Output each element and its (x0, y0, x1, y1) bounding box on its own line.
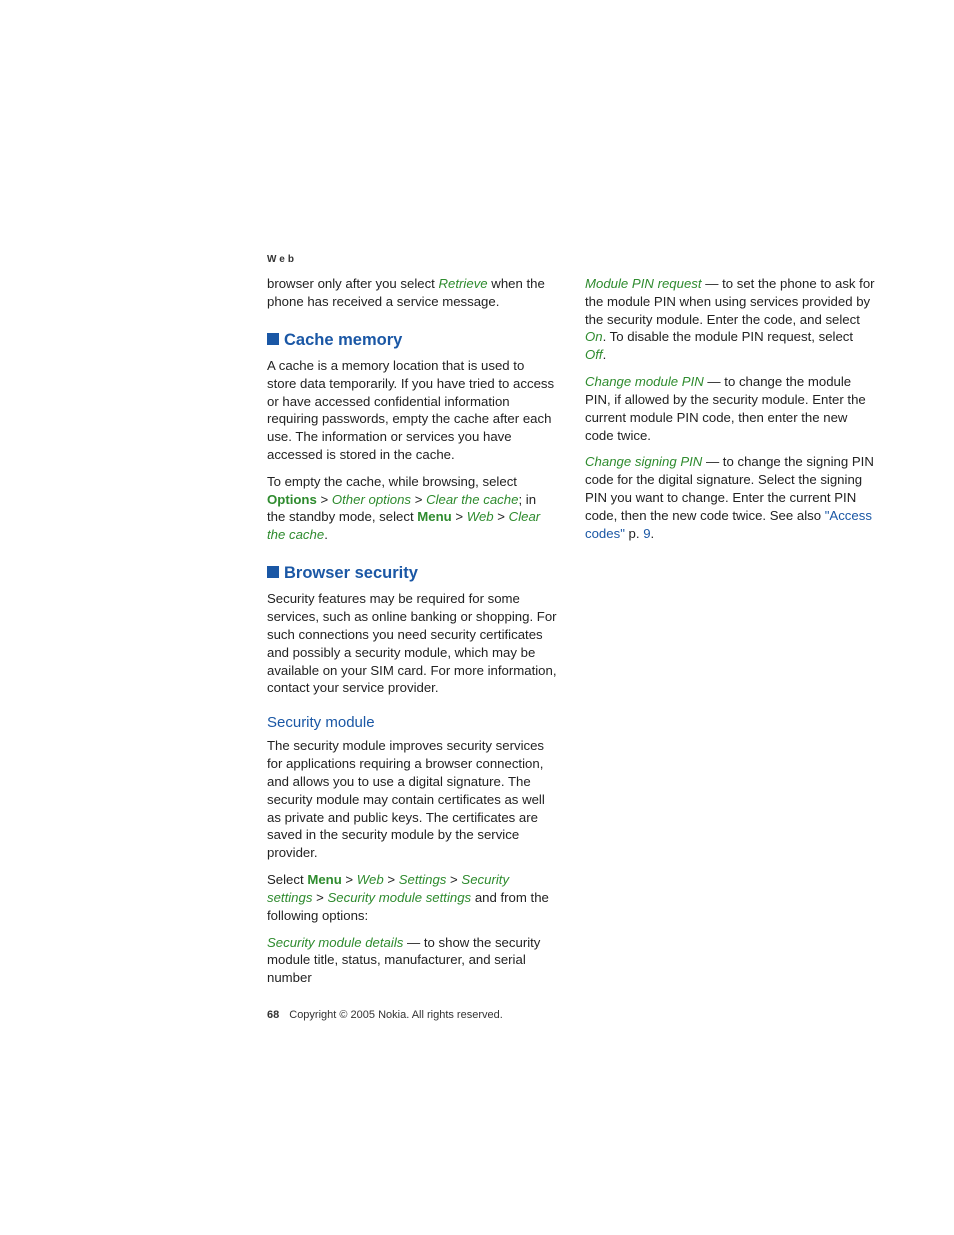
separator: > (452, 509, 467, 524)
page-footer: 68 Copyright © 2005 Nokia. All rights res… (267, 1009, 875, 1021)
separator: > (317, 492, 332, 507)
browser-security-description: Security features may be required for so… (267, 590, 557, 697)
option-security-module-details: Security module details — to show the se… (267, 934, 557, 987)
option-title: Security module details (267, 935, 403, 950)
menu-security-module-settings: Security module settings (327, 890, 471, 905)
running-header: Web (267, 254, 875, 265)
cache-description: A cache is a memory location that is use… (267, 357, 557, 464)
menu-settings: Settings (399, 872, 447, 887)
heading-text: Browser security (284, 564, 418, 582)
square-bullet-icon (267, 333, 279, 345)
separator: > (446, 872, 461, 887)
separator: > (384, 872, 399, 887)
text: . (324, 527, 328, 542)
menu-clear-cache: Clear the cache (426, 492, 518, 507)
option-title: Change signing PIN (585, 454, 702, 469)
menu-web: Web (357, 872, 384, 887)
text: To empty the cache, while browsing, sele… (267, 474, 517, 489)
heading-cache-memory: Cache memory (267, 329, 557, 351)
subheading-security-module: Security module (267, 713, 557, 733)
cache-instructions: To empty the cache, while browsing, sele… (267, 473, 557, 544)
menu-menu: Menu (307, 872, 341, 887)
value-on: On (585, 329, 603, 344)
intro-paragraph: browser only after you select Retrieve w… (267, 275, 557, 311)
heading-browser-security: Browser security (267, 562, 557, 584)
option-module-pin-request: Module PIN request — to set the phone to… (585, 275, 875, 364)
option-change-module-pin: Change module PIN — to change the module… (585, 373, 875, 444)
separator: > (411, 492, 426, 507)
heading-text: Cache memory (284, 331, 402, 349)
menu-other-options: Other options (332, 492, 411, 507)
menu-web: Web (467, 509, 494, 524)
text: p. (625, 526, 643, 541)
text: Select (267, 872, 307, 887)
option-title: Module PIN request (585, 276, 702, 291)
menu-options: Options (267, 492, 317, 507)
manual-page: Web browser only after you select Retrie… (0, 0, 954, 1235)
copyright-text: Copyright © 2005 Nokia. All rights reser… (289, 1009, 503, 1021)
menu-item-retrieve: Retrieve (439, 276, 488, 291)
separator: > (342, 872, 357, 887)
square-bullet-icon (267, 566, 279, 578)
menu-menu: Menu (417, 509, 451, 524)
text: browser only after you select (267, 276, 439, 291)
security-module-path: Select Menu > Web > Settings > Security … (267, 871, 557, 924)
security-module-description: The security module improves security se… (267, 737, 557, 862)
link-page-9[interactable]: 9 (643, 526, 650, 541)
page-number: 68 (267, 1009, 279, 1021)
separator: > (312, 890, 327, 905)
option-body: . To disable the module PIN request, sel… (603, 329, 853, 344)
option-change-signing-pin: Change signing PIN — to change the signi… (585, 453, 875, 542)
value-off: Off (585, 347, 603, 362)
option-title: Change module PIN (585, 374, 704, 389)
body-columns: browser only after you select Retrieve w… (267, 275, 875, 995)
separator: > (494, 509, 509, 524)
text: . (603, 347, 607, 362)
text: . (651, 526, 655, 541)
